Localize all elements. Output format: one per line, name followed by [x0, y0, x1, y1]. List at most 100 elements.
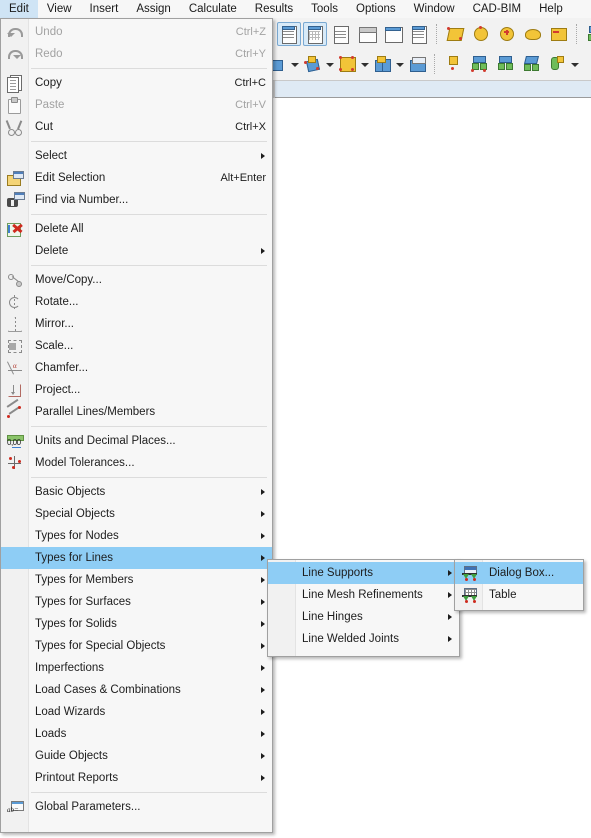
- menu-item-copy[interactable]: Copy Ctrl+C: [1, 72, 272, 94]
- menu-item-loads[interactable]: Loads: [1, 723, 272, 745]
- surface-object-icon[interactable]: [335, 52, 359, 76]
- menu-item-table[interactable]: Table: [455, 584, 583, 606]
- surface-support-icon[interactable]: [519, 52, 543, 76]
- move-copy-icon: [5, 271, 23, 289]
- submenu-arrow-icon: [261, 510, 265, 517]
- menu-item-types-for-surfaces[interactable]: Types for Surfaces: [1, 591, 272, 613]
- menu-item-load-wizards[interactable]: Load Wizards: [1, 701, 272, 723]
- menu-item-delete-all[interactable]: Delete All: [1, 218, 272, 240]
- types-for-lines-submenu: Line Supports Line Mesh Refinements Line…: [267, 559, 460, 657]
- edit-selection-icon: [5, 169, 24, 187]
- chevron-down-icon[interactable]: [395, 53, 404, 75]
- menu-item-mirror[interactable]: Mirror...: [1, 313, 272, 335]
- member-support-icon[interactable]: [493, 52, 517, 76]
- menu-item-types-for-lines[interactable]: Types for Lines: [1, 547, 272, 569]
- submenu-arrow-icon: [261, 620, 265, 627]
- menu-item-parallel-lines-members[interactable]: Parallel Lines/Members: [1, 398, 272, 423]
- menu-item-line-welded-joints[interactable]: Line Welded Joints: [268, 628, 459, 650]
- menubar-item-cad-bim[interactable]: CAD-BIM: [464, 0, 531, 18]
- menu-item-delete[interactable]: Delete: [1, 240, 272, 262]
- menu-item-types-for-nodes[interactable]: Types for Nodes: [1, 525, 272, 547]
- menubar-item-insert[interactable]: Insert: [81, 0, 128, 18]
- mirror-icon: [5, 315, 23, 333]
- nodal-support-icon[interactable]: [441, 52, 465, 76]
- menu-item-line-hinges[interactable]: Line Hinges: [268, 606, 459, 628]
- menu-item-types-for-members[interactable]: Types for Members: [1, 569, 272, 591]
- menubar-item-window[interactable]: Window: [405, 0, 464, 18]
- menu-item-model-tolerances[interactable]: Model Tolerances...: [1, 452, 272, 474]
- menu-item-rotate[interactable]: Rotate...: [1, 291, 272, 313]
- panel-icon[interactable]: [407, 22, 431, 46]
- menu-item-types-for-special-objects[interactable]: Types for Special Objects: [1, 635, 272, 657]
- menu-item-load-cases-and-combinations[interactable]: Load Cases & Combinations: [1, 679, 272, 701]
- menu-item-chamfer[interactable]: α Chamfer...: [1, 357, 272, 379]
- menu-item-line-mesh-refinements[interactable]: Line Mesh Refinements: [268, 584, 459, 606]
- menu-item-undo[interactable]: Undo Ctrl+Z: [1, 21, 272, 43]
- chevron-down-icon[interactable]: [360, 53, 369, 75]
- menubar-item-view[interactable]: View: [38, 0, 81, 18]
- select-circle-icon[interactable]: [469, 22, 493, 46]
- scale-icon: [5, 337, 23, 355]
- chevron-down-icon[interactable]: [325, 53, 334, 75]
- menu-item-cut[interactable]: Cut Ctrl+X: [1, 116, 272, 138]
- menu-item-redo[interactable]: Redo Ctrl+Y: [1, 43, 272, 65]
- menu-item-scale[interactable]: Scale...: [1, 335, 272, 357]
- menu-item-paste[interactable]: Paste Ctrl+V: [1, 94, 272, 116]
- menu-item-types-for-solids[interactable]: Types for Solids: [1, 613, 272, 635]
- menubar-item-tools[interactable]: Tools: [302, 0, 347, 18]
- menu-item-units-and-decimal-places[interactable]: 0,00 Units and Decimal Places...: [1, 430, 272, 452]
- menubar-item-help[interactable]: Help: [530, 0, 572, 18]
- select-plus-icon[interactable]: [547, 22, 571, 46]
- submenu-arrow-icon: [261, 642, 265, 649]
- node-object-icon[interactable]: [300, 52, 324, 76]
- menu-item-dialog-box[interactable]: Dialog Box...: [455, 562, 583, 584]
- menubar-item-assign[interactable]: Assign: [127, 0, 180, 18]
- menubar-item-edit[interactable]: Edit: [0, 0, 38, 18]
- redo-icon: [5, 45, 23, 63]
- chamfer-icon: α: [5, 359, 23, 377]
- member-object-icon[interactable]: [370, 52, 394, 76]
- menu-separator: [31, 141, 267, 142]
- menu-item-imperfections[interactable]: Imperfections: [1, 657, 272, 679]
- table-grid-icon[interactable]: [303, 22, 327, 46]
- submenu-arrow-icon: [261, 686, 265, 693]
- list-report-icon[interactable]: [329, 22, 353, 46]
- menu-item-project[interactable]: Project...: [1, 379, 272, 401]
- chevron-down-icon[interactable]: [290, 53, 299, 75]
- menu-item-line-supports[interactable]: Line Supports: [268, 562, 459, 584]
- menu-item-special-objects[interactable]: Special Objects: [1, 503, 272, 525]
- types-for-lines-items: Line Supports Line Mesh Refinements Line…: [268, 560, 459, 652]
- menu-item-guide-objects[interactable]: Guide Objects: [1, 745, 272, 767]
- lasso-select-icon[interactable]: [521, 22, 545, 46]
- menu-separator: [31, 265, 267, 266]
- menu-item-basic-objects[interactable]: Basic Objects: [1, 481, 272, 503]
- line-supports-submenu: Dialog Box... Table: [454, 559, 584, 611]
- solid-block-icon[interactable]: [405, 52, 429, 76]
- navigator-icon[interactable]: [277, 22, 301, 46]
- menu-item-printout-reports[interactable]: Printout Reports: [1, 767, 272, 789]
- support-partial-icon[interactable]: [583, 22, 591, 46]
- menu-item-global-parameters[interactable]: ab= Global Parameters...: [1, 796, 272, 818]
- menu-item-find-via-number[interactable]: Find via Number...: [1, 189, 272, 211]
- find-via-number-icon: [5, 191, 25, 209]
- submenu-arrow-icon: [261, 598, 265, 605]
- submenu-arrow-icon: [261, 774, 265, 781]
- command-prompt-icon[interactable]: [355, 22, 379, 46]
- hinge-icon[interactable]: [545, 52, 569, 76]
- menu-item-edit-selection[interactable]: Edit Selection Alt+Enter: [1, 167, 272, 189]
- chevron-down-icon[interactable]: [570, 53, 579, 75]
- submenu-arrow-icon: [261, 664, 265, 671]
- script-sc-icon[interactable]: [381, 22, 405, 46]
- line-support-icon[interactable]: [467, 52, 491, 76]
- menu-item-move-copy[interactable]: Move/Copy...: [1, 269, 272, 291]
- menubar-item-results[interactable]: Results: [246, 0, 302, 18]
- menubar-item-options[interactable]: Options: [347, 0, 405, 18]
- menu-item-select[interactable]: Select: [1, 145, 272, 167]
- select-polygon-icon[interactable]: [443, 22, 467, 46]
- menubar-item-calculate[interactable]: Calculate: [180, 0, 246, 18]
- select-special-icon[interactable]: [495, 22, 519, 46]
- submenu-arrow-icon: [448, 591, 452, 598]
- submenu-arrow-icon: [261, 554, 265, 561]
- menu-bar: Edit View Insert Assign Calculate Result…: [0, 0, 591, 18]
- line-support-table-icon: [459, 586, 477, 604]
